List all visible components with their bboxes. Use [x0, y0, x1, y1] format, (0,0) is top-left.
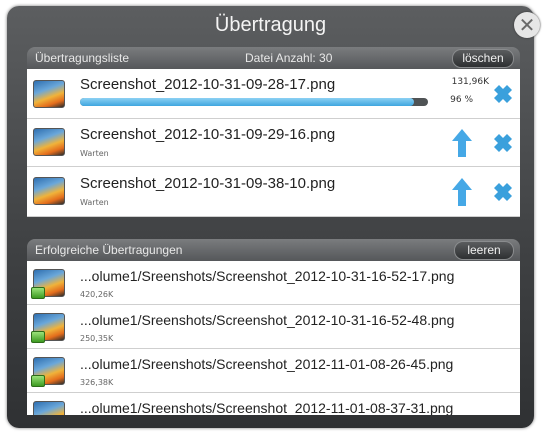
- queue-header: Übertragungsliste Datei Anzahl: 30 lösch…: [27, 47, 520, 69]
- completed-item-path: ...olume1/Sreenshots/Screenshot_2012-10-…: [80, 312, 455, 328]
- queue-item[interactable]: Screenshot_2012-10-31-09-29-16.png Warte…: [27, 119, 520, 167]
- completed-item-path: ...olume1/Sreenshots/Screenshot_2012-11-…: [80, 356, 454, 372]
- arrow-up-icon[interactable]: [451, 177, 473, 207]
- progress-fill: [80, 98, 415, 106]
- image-file-icon: [33, 128, 65, 156]
- close-x-icon[interactable]: [490, 81, 516, 107]
- completed-header-label: Erfolgreiche Übertragungen: [35, 243, 183, 257]
- completed-item-size: 326,38K: [80, 378, 114, 387]
- image-file-icon: [31, 313, 65, 343]
- file-count-label: Datei Anzahl: 30: [245, 51, 333, 65]
- completed-item-path: ...olume1/Sreenshots/Screenshot_2012-11-…: [80, 400, 454, 415]
- queue-item-filename: Screenshot_2012-10-31-09-28-17.png: [80, 76, 336, 93]
- completed-item-size: 250,35K: [80, 334, 114, 343]
- completed-item-size: 420,26K: [80, 290, 114, 299]
- image-file-icon: [33, 401, 65, 415]
- queue-item-status: Warten: [80, 198, 109, 207]
- clear-queue-button[interactable]: löschen: [452, 49, 514, 68]
- completed-item[interactable]: ...olume1/Sreenshots/Screenshot_2012-10-…: [27, 261, 520, 305]
- arrow-up-icon[interactable]: [451, 128, 473, 158]
- completed-item[interactable]: ...olume1/Sreenshots/Screenshot_2012-11-…: [27, 393, 520, 415]
- queue-item[interactable]: Screenshot_2012-10-31-09-28-17.png 131,9…: [27, 69, 520, 119]
- dialog-title: Übertragung: [214, 14, 327, 36]
- completed-header: Erfolgreiche Übertragungen leeren: [27, 239, 520, 261]
- queue-item-filename: Screenshot_2012-10-31-09-29-16.png: [80, 126, 336, 143]
- queue-list: Screenshot_2012-10-31-09-28-17.png 131,9…: [27, 69, 520, 217]
- completed-item[interactable]: ...olume1/Sreenshots/Screenshot_2012-10-…: [27, 305, 520, 349]
- close-icon[interactable]: ✕: [514, 12, 540, 38]
- queue-item-percent: 96 %: [450, 95, 473, 105]
- image-file-icon: [33, 177, 65, 205]
- queue-header-label: Übertragungsliste: [35, 51, 130, 65]
- completed-item[interactable]: ...olume1/Sreenshots/Screenshot_2012-11-…: [27, 349, 520, 393]
- close-x-icon[interactable]: [490, 179, 516, 205]
- queue-item[interactable]: Screenshot_2012-10-31-09-38-10.png Warte…: [27, 167, 520, 217]
- image-file-icon: [33, 80, 65, 108]
- queue-item-filename: Screenshot_2012-10-31-09-38-10.png: [80, 175, 336, 192]
- image-file-icon: [31, 269, 65, 299]
- completed-item-path: ...olume1/Sreenshots/Screenshot_2012-10-…: [80, 268, 455, 284]
- completed-list: ...olume1/Sreenshots/Screenshot_2012-10-…: [27, 261, 520, 415]
- image-file-icon: [31, 357, 65, 387]
- close-x-icon[interactable]: [490, 130, 516, 156]
- progress-bar: [80, 98, 428, 106]
- clear-completed-button[interactable]: leeren: [454, 241, 514, 260]
- queue-item-status: Warten: [80, 149, 109, 158]
- queue-item-size: 131,96K: [451, 77, 489, 87]
